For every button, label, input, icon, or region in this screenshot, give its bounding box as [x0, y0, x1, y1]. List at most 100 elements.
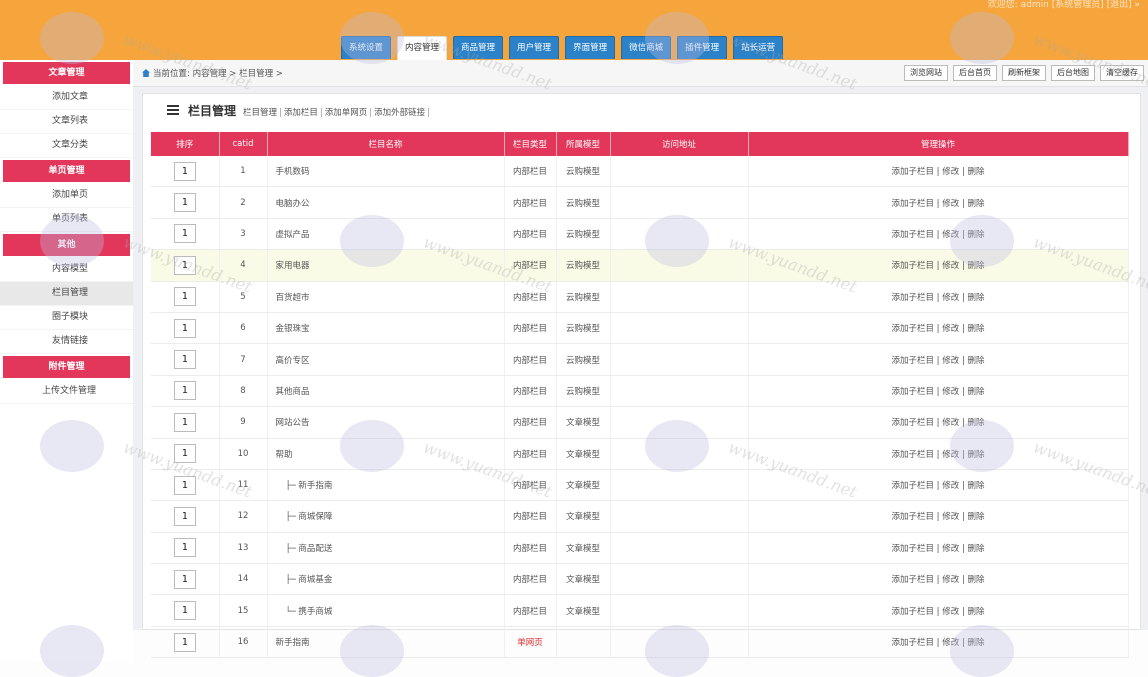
- sidebar-head-page[interactable]: 单页管理: [3, 160, 130, 182]
- order-input[interactable]: 1: [173, 193, 196, 213]
- category-model: 文章模型: [556, 438, 611, 470]
- toolbar: 浏览网站 后台首页 刷新框架 后台地图 清空缓存: [899, 65, 1144, 81]
- sidebar-head-attachment[interactable]: 附件管理: [3, 356, 130, 378]
- row-actions[interactable]: 添加子栏目 | 修改 | 删除: [748, 186, 1129, 219]
- row-actions[interactable]: 添加子栏目 | 修改 | 删除: [748, 563, 1129, 596]
- clear-cache-button[interactable]: 清空缓存: [1100, 65, 1144, 81]
- row-actions[interactable]: 添加子栏目 | 修改 | 删除: [748, 626, 1129, 659]
- order-input[interactable]: 1: [173, 381, 196, 401]
- category-model: 云购模型: [556, 186, 611, 219]
- row-actions[interactable]: 添加子栏目 | 修改 | 删除: [748, 438, 1129, 470]
- table-row: 1 5 百货超市 内部栏目 云购模型 添加子栏目 | 修改 | 删除: [151, 281, 1129, 313]
- order-input[interactable]: 1: [173, 350, 196, 370]
- order-input[interactable]: 1: [173, 255, 196, 275]
- sidebar-item-add-page[interactable]: 添加单页: [0, 184, 133, 208]
- nav-tab[interactable]: 插件管理: [677, 36, 728, 59]
- order-cell: 1: [151, 500, 220, 533]
- category-name: └─ 携手商城: [267, 594, 505, 627]
- home-icon: [142, 69, 150, 77]
- nav-tab[interactable]: 内容管理: [397, 36, 448, 61]
- admin-map-button[interactable]: 后台地图: [1051, 65, 1095, 81]
- category-type: 内部栏目: [504, 500, 557, 533]
- col-header-actions[interactable]: 管理操作: [748, 132, 1129, 156]
- category-name: 网站公告: [267, 406, 505, 439]
- category-url: [610, 249, 749, 282]
- nav-tab[interactable]: 界面管理: [565, 36, 616, 59]
- view-site-button[interactable]: 浏览网站: [904, 65, 948, 81]
- category-type: 内部栏目: [504, 406, 557, 439]
- sidebar-item-content-model[interactable]: 内容模型: [0, 258, 133, 282]
- sidebar-item-upload-files[interactable]: 上传文件管理: [0, 380, 133, 404]
- order-input[interactable]: 1: [173, 475, 196, 495]
- row-actions[interactable]: 添加子栏目 | 修改 | 删除: [748, 532, 1129, 565]
- order-cell: 1: [151, 343, 220, 376]
- sidebar-item-add-article[interactable]: 添加文章: [0, 86, 133, 110]
- catid-cell: 6: [219, 312, 268, 345]
- row-actions[interactable]: 添加子栏目 | 修改 | 删除: [748, 343, 1129, 376]
- category-model: 云购模型: [556, 156, 611, 188]
- row-actions[interactable]: 添加子栏目 | 修改 | 删除: [748, 469, 1129, 502]
- category-url: [610, 500, 749, 533]
- col-header-order[interactable]: 排序: [151, 132, 220, 156]
- admin-home-button[interactable]: 后台首页: [953, 65, 997, 81]
- order-input[interactable]: 1: [173, 161, 196, 181]
- nav-tab[interactable]: 用户管理: [509, 36, 560, 59]
- order-input[interactable]: 1: [173, 318, 196, 338]
- order-input[interactable]: 1: [173, 569, 196, 589]
- row-actions[interactable]: 添加子栏目 | 修改 | 删除: [748, 281, 1129, 313]
- order-input[interactable]: 1: [173, 224, 196, 244]
- row-actions[interactable]: 添加子栏目 | 修改 | 删除: [748, 218, 1129, 251]
- row-actions[interactable]: 添加子栏目 | 修改 | 删除: [748, 500, 1129, 533]
- main-frame: 当前位置: 内容管理 > 栏目管理 > 浏览网站 后台首页 刷新框架 后台地图 …: [133, 60, 1148, 659]
- category-model: 文章模型: [556, 532, 611, 565]
- col-header-model[interactable]: 所属模型: [556, 132, 611, 156]
- sidebar-item-friend-links[interactable]: 友情链接: [0, 330, 133, 354]
- nav-tab[interactable]: 站长运营: [733, 36, 784, 59]
- sidebar-item-article-category[interactable]: 文章分类: [0, 134, 133, 158]
- sidebar-item-page-list[interactable]: 单页列表: [0, 208, 133, 232]
- col-header-catid[interactable]: catid: [219, 132, 268, 156]
- order-input[interactable]: 1: [173, 287, 196, 307]
- nav-tab[interactable]: 微信商城: [621, 36, 672, 59]
- order-cell: 1: [151, 375, 220, 408]
- category-name: ├─ 商城基金: [267, 563, 505, 596]
- nav-tab[interactable]: 系统设置: [341, 36, 392, 59]
- col-header-type[interactable]: 栏目类型: [504, 132, 557, 156]
- row-actions[interactable]: 添加子栏目 | 修改 | 删除: [748, 594, 1129, 627]
- category-model: 云购模型: [556, 281, 611, 313]
- category-model: 文章模型: [556, 469, 611, 502]
- sidebar-item-article-list[interactable]: 文章列表: [0, 110, 133, 134]
- link-add-category[interactable]: 添加栏目: [284, 108, 318, 118]
- link-add-external[interactable]: 添加外部链接: [374, 108, 425, 118]
- row-actions[interactable]: 添加子栏目 | 修改 | 删除: [748, 249, 1129, 282]
- category-table: 排序 catid 栏目名称 栏目类型 所属模型 访问地址 管理操作 1 1 手机数码…: [151, 132, 1129, 659]
- order-input[interactable]: 1: [173, 412, 196, 432]
- order-input[interactable]: 1: [173, 506, 196, 526]
- order-input[interactable]: 1: [173, 632, 196, 652]
- row-actions[interactable]: 添加子栏目 | 修改 | 删除: [748, 375, 1129, 408]
- row-actions[interactable]: 添加子栏目 | 修改 | 删除: [748, 156, 1129, 188]
- order-cell: 1: [151, 186, 220, 219]
- sidebar-item-category-manage[interactable]: 栏目管理: [0, 282, 133, 306]
- sidebar-head-other[interactable]: 其他: [3, 234, 130, 256]
- sidebar-head-article[interactable]: 文章管理: [3, 62, 130, 84]
- category-type: 内部栏目: [504, 249, 557, 282]
- list-icon: [167, 104, 179, 116]
- col-header-name[interactable]: 栏目名称: [267, 132, 505, 156]
- table-row: 1 13 ├─ 商品配送 内部栏目 文章模型 添加子栏目 | 修改 | 删除: [151, 532, 1129, 565]
- order-input[interactable]: 1: [173, 601, 196, 621]
- link-add-single-page[interactable]: 添加单网页: [325, 108, 368, 118]
- catid-cell: 7: [219, 343, 268, 376]
- refresh-frame-button[interactable]: 刷新框架: [1002, 65, 1046, 81]
- order-input[interactable]: 1: [173, 444, 196, 464]
- catid-cell: 9: [219, 406, 268, 439]
- sidebar-item-circle-module[interactable]: 圈子模块: [0, 306, 133, 330]
- category-url: [610, 626, 749, 659]
- col-header-url[interactable]: 访问地址: [610, 132, 749, 156]
- link-category-manage[interactable]: 栏目管理: [243, 108, 277, 118]
- table-row: 1 8 其他商品 内部栏目 云购模型 添加子栏目 | 修改 | 删除: [151, 375, 1129, 408]
- nav-tab[interactable]: 商品管理: [453, 36, 504, 59]
- row-actions[interactable]: 添加子栏目 | 修改 | 删除: [748, 312, 1129, 345]
- row-actions[interactable]: 添加子栏目 | 修改 | 删除: [748, 406, 1129, 439]
- order-input[interactable]: 1: [173, 538, 196, 558]
